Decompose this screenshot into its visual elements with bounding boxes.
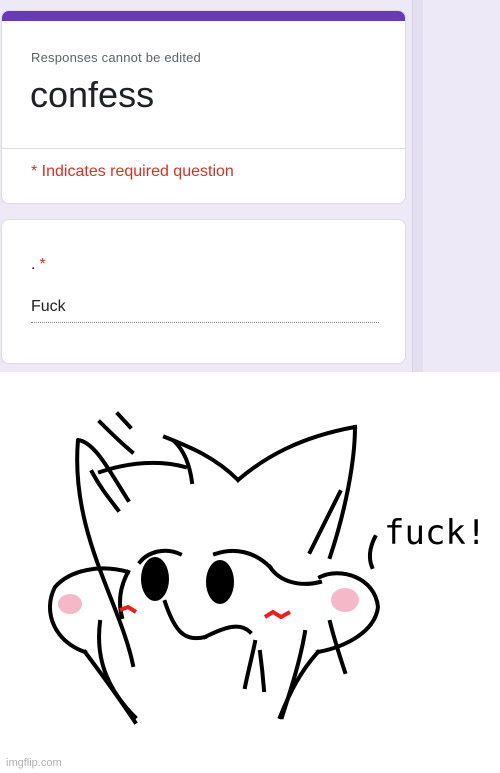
required-asterisk: * — [39, 256, 46, 273]
imgflip-watermark: imgflip.com — [6, 757, 62, 769]
header-divider — [2, 148, 405, 149]
google-form-area: Responses cannot be edited confess * Ind… — [0, 0, 500, 372]
question-card: . * Fuck — [1, 219, 406, 364]
answer-value: Fuck — [31, 298, 66, 315]
form-title: confess — [30, 74, 155, 115]
question-label: . * — [31, 256, 46, 274]
drawing-caption: fuck! — [384, 513, 486, 553]
right-eye — [206, 560, 234, 604]
form-accent-bar — [2, 11, 405, 21]
question-text: . — [31, 256, 36, 273]
answer-field[interactable]: Fuck — [31, 298, 379, 323]
form-container: Responses cannot be edited confess * Ind… — [0, 0, 408, 372]
form-status-text: Responses cannot be edited — [31, 50, 201, 65]
cat-drawing-panel: fuck! imgflip.com — [0, 372, 500, 773]
required-note: * Indicates required question — [31, 163, 234, 180]
cat-drawing-illustration: fuck! — [48, 411, 486, 725]
form-header-card: Responses cannot be edited confess * Ind… — [1, 10, 406, 204]
scrollbar[interactable] — [412, 0, 423, 372]
left-eye — [141, 557, 169, 601]
